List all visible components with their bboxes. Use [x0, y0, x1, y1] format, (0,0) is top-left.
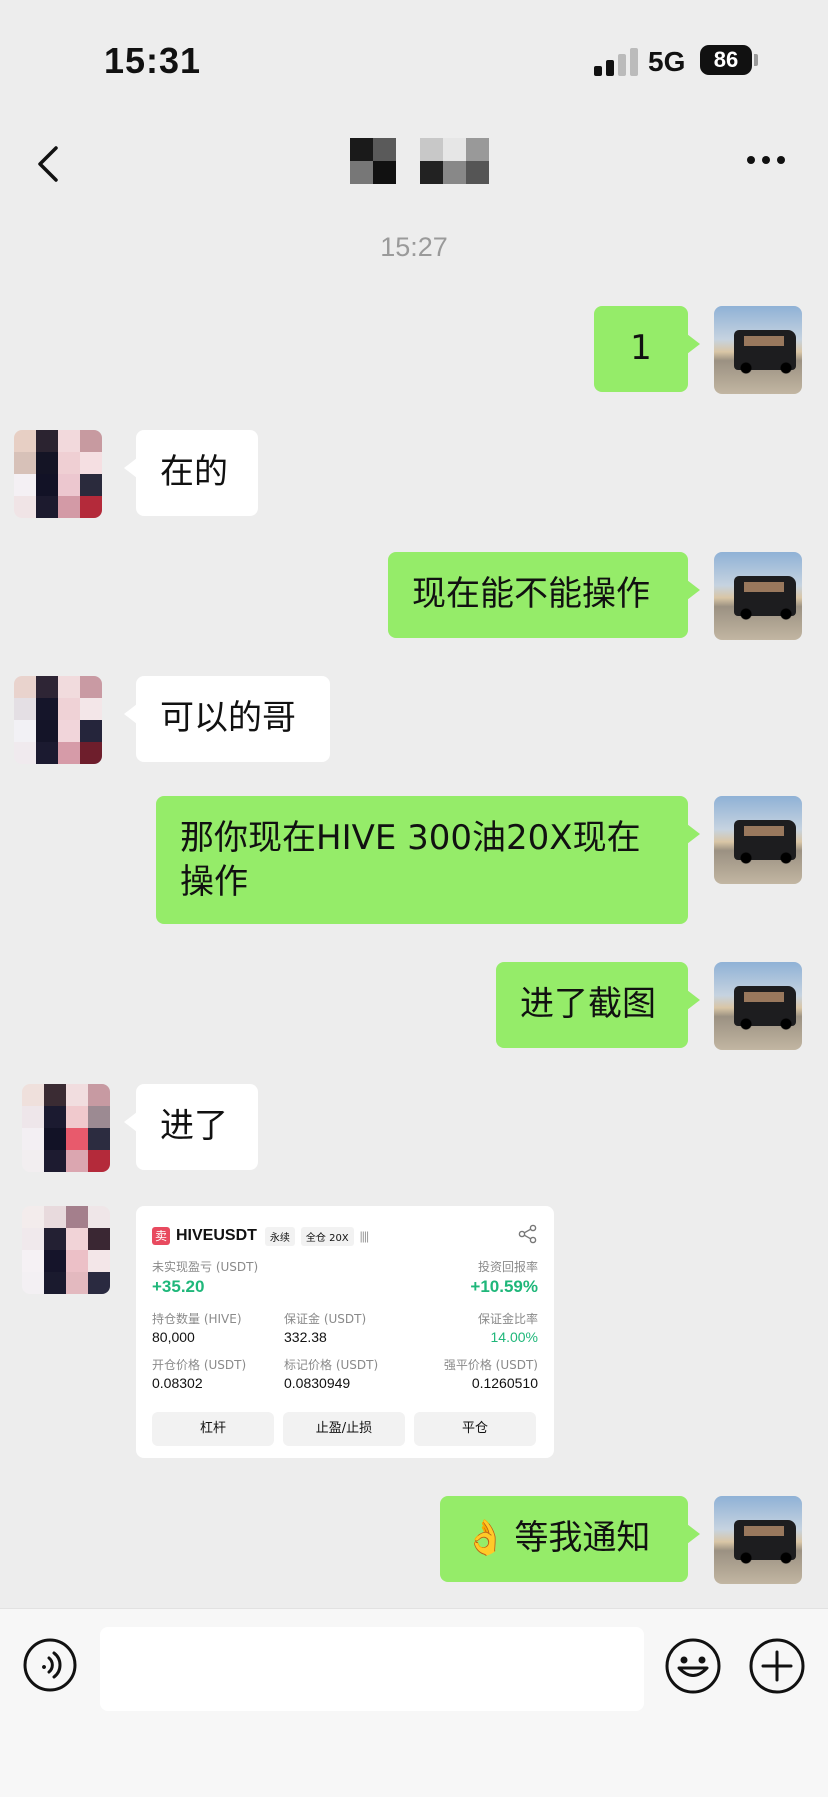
contact-avatar[interactable]: [14, 676, 102, 764]
status-time: 15:31: [104, 40, 202, 81]
liquidation-price: 强平价格 (USDT) 0.1260510: [443, 1358, 538, 1391]
more-icon[interactable]: [746, 154, 786, 166]
signal-icon: [594, 48, 640, 76]
plus-icon[interactable]: [748, 1637, 806, 1695]
contact-avatar[interactable]: [22, 1084, 110, 1172]
message-bubble-other[interactable]: 进了: [124, 1084, 258, 1170]
card-title-row: 卖 HIVEUSDT 永续 全仓 20X ||||: [152, 1222, 538, 1250]
message-bubble-me[interactable]: 1: [594, 306, 700, 392]
contract-type-chip: 永续: [264, 1226, 295, 1246]
close-position-button: 平仓: [414, 1412, 536, 1446]
message-bubble-me[interactable]: 那你现在HIVE 300油20X现在操作: [156, 796, 700, 924]
roi: 投资回报率 +10.59%: [470, 1260, 538, 1296]
message-text: 1: [630, 328, 652, 368]
emoji-icon[interactable]: [664, 1637, 722, 1695]
margin-mode-chip: 全仓 20X: [300, 1226, 354, 1246]
margin-ratio: 保证金比率 14.00%: [477, 1312, 538, 1345]
message-text: 在的: [160, 452, 228, 492]
tp-sl-button: 止盈/止损: [283, 1412, 405, 1446]
my-avatar[interactable]: [714, 552, 802, 640]
my-avatar[interactable]: [714, 1496, 802, 1584]
margin: 保证金 (USDT) 332.38: [284, 1312, 367, 1345]
contact-avatar[interactable]: [22, 1206, 110, 1294]
voice-icon[interactable]: [22, 1637, 78, 1693]
message-text: 等我通知: [514, 1518, 651, 1558]
message-text: 可以的哥: [160, 698, 296, 738]
unrealized-pnl: 未实现盈亏 (USDT) +35.20: [152, 1260, 259, 1296]
chat-header: [0, 120, 828, 208]
input-bar: [0, 1608, 828, 1797]
position-size: 持仓数量 (HIVE) 80,000: [152, 1312, 242, 1345]
battery-cap: [754, 54, 758, 66]
signal-bars: ||||: [359, 1229, 370, 1243]
message-bubble-other[interactable]: 在的: [124, 430, 258, 516]
share-icon: [518, 1224, 537, 1244]
message-text: 那你现在HIVE 300油20X现在操作: [180, 818, 641, 902]
message-text: 进了: [160, 1106, 228, 1146]
my-avatar[interactable]: [714, 962, 802, 1050]
message-bubble-me[interactable]: 👌 等我通知: [440, 1496, 700, 1582]
network-label: 5G: [648, 46, 686, 77]
message-input[interactable]: [100, 1627, 644, 1711]
message-bubble-me[interactable]: 进了截图: [496, 962, 700, 1048]
my-avatar[interactable]: [714, 796, 802, 884]
my-avatar[interactable]: [714, 306, 802, 394]
message-text: 进了截图: [520, 984, 656, 1024]
sell-tag: 卖: [152, 1227, 170, 1245]
contact-avatar[interactable]: [14, 430, 102, 518]
status-bar: 15:31 5G 86: [0, 0, 828, 120]
trading-pair: HIVEUSDT: [176, 1227, 257, 1244]
chevron-left-icon[interactable]: [30, 142, 70, 186]
message-timestamp: 15:27: [380, 232, 448, 262]
mark-price: 标记价格 (USDT) 0.0830949: [284, 1358, 379, 1391]
ok-hand-emoji: 👌: [464, 1518, 507, 1558]
leverage-button: 杠杆: [152, 1412, 274, 1446]
contact-name-mosaic: [350, 138, 489, 184]
message-bubble-me[interactable]: 现在能不能操作: [388, 552, 700, 638]
trade-screenshot-card[interactable]: 卖 HIVEUSDT 永续 全仓 20X |||| 未实现盈亏 (USDT) +…: [136, 1206, 554, 1458]
battery-icon: 86: [700, 45, 752, 75]
message-text: 现在能不能操作: [412, 574, 650, 614]
entry-price: 开仓价格 (USDT) 0.08302: [152, 1358, 247, 1391]
message-bubble-other[interactable]: 可以的哥: [124, 676, 330, 762]
